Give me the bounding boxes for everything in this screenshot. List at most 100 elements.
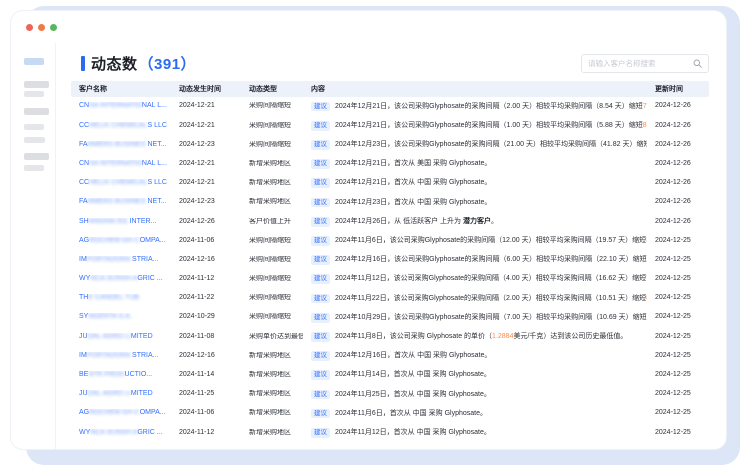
sidebar-item-6[interactable] — [24, 137, 45, 143]
table-row: CCHELIX CHEMICALS LLC2024-12-21新增采购地区建议2… — [71, 174, 709, 193]
sidebar-item-7[interactable] — [24, 153, 49, 160]
table-row: CNXA INTERNATIONAL L...2024-12-21新增采购地区建… — [71, 155, 709, 174]
customer-name-link[interactable]: THE CANDEL TUB — [71, 294, 171, 302]
content-segment: 2024年12月21日，该公司采购Glyphosate的采购间隔（1.00 天）… — [335, 122, 643, 129]
content-cell: 建议2024年11月25日，首次从 中国 采购 Glyphosate。 — [303, 390, 647, 400]
sidebar-item-8[interactable] — [24, 165, 44, 171]
update-time-cell: 2024-12-25 — [647, 333, 709, 341]
customer-name-link[interactable]: AGROCHEM GH COMPA... — [71, 409, 171, 417]
occur-time-cell: 2024-12-21 — [171, 160, 241, 168]
update-time-cell: 2024-12-25 — [647, 237, 709, 245]
suggestion-badge: 建议 — [311, 351, 330, 361]
customer-name-post: STRIA... — [132, 256, 158, 263]
customer-name-pre: AG — [79, 409, 89, 416]
customer-name-post: GRIC ... — [137, 275, 162, 282]
update-time-cell: 2024-12-25 — [647, 294, 709, 302]
content-segment: 2024年11月8日，该公司采购 Glyphosate 的单价（ — [335, 333, 492, 340]
sidebar-item-5[interactable] — [24, 124, 44, 130]
customer-name-link[interactable]: IMPORTADORA STRIA... — [71, 256, 171, 264]
customer-name-link[interactable]: IMPORTADORA STRIA... — [71, 352, 171, 360]
customer-name-pre: CC — [79, 122, 89, 129]
content-cell: 建议2024年12月23日，该公司采购Glyphosate的采购间隔（21.00… — [303, 140, 647, 150]
customer-name-link[interactable]: CNXA INTERNATIONAL L... — [71, 160, 171, 168]
type-cell: 采购间隔缩短 — [241, 237, 303, 245]
content-segment: 2024年11月22日，该公司采购Glyphosate的采购间隔（2.00 天）… — [335, 295, 646, 302]
type-cell: 采购间隔缩短 — [241, 141, 303, 149]
type-cell: 采购间隔缩短 — [241, 294, 303, 302]
customer-name-post: STRIA... — [132, 352, 158, 359]
customer-name-link[interactable]: WYNCA SUNSH AGRIC ... — [71, 429, 171, 437]
content-segment: 2024年12月16日，首次从 中国 采购 Glyphosate。 — [335, 352, 491, 359]
suggestion-badge: 建议 — [311, 390, 330, 400]
page-title-text: 动态数 — [91, 56, 138, 73]
content-cell: 建议2024年12月23日，首次从 中国 采购 Glyphosate。 — [303, 198, 647, 208]
customer-name-post: NAL L... — [142, 102, 167, 109]
type-cell: 新增采购地区 — [241, 371, 303, 379]
customer-name-post: NET... — [146, 198, 167, 205]
sidebar — [11, 43, 56, 449]
update-time-cell: 2024-12-25 — [647, 275, 709, 283]
type-cell: 采购间隔缩短 — [241, 102, 303, 110]
sidebar-item-2[interactable] — [24, 81, 49, 88]
customer-name-link[interactable]: CCHELIX CHEMICALS LLC — [71, 122, 171, 130]
table-row: FARMERS BUSINES NET...2024-12-23新增采购地区建议… — [71, 193, 709, 212]
column-header-update-time: 更新时间 — [647, 84, 709, 94]
customer-name-blur: RMERS BUSINES — [88, 141, 146, 148]
occur-time-cell: 2024-11-06 — [171, 409, 241, 417]
customer-name-link[interactable]: FARMERS BUSINES NET... — [71, 198, 171, 206]
customer-name-link[interactable]: JUDAL AGRO LIMITED — [71, 390, 171, 398]
suggestion-badge: 建议 — [311, 313, 330, 323]
customer-name-pre: WY — [79, 275, 90, 282]
window-zoom-button[interactable] — [50, 24, 57, 31]
customer-name-link[interactable]: JUDAL AGRO LIMITED — [71, 333, 171, 341]
main-panel: 动态数（391） 客户名称 动态发生时间 动态类型 内容 更新时间 — [56, 43, 726, 449]
customer-name-link[interactable]: BESTR PRODUCTIO... — [71, 371, 171, 379]
content-cell: 建议2024年11月8日，该公司采购 Glyphosate 的单价（1.2884… — [303, 332, 647, 342]
content-segment: 2024年11月6日，首次从 中国 采购 Glyphosate。 — [335, 410, 487, 417]
table-row: CNXA INTERNATIONAL L...2024-12-21采购间隔缩短建… — [71, 97, 709, 116]
customer-name-post: NET... — [146, 141, 167, 148]
type-cell: 采购间隔缩短 — [241, 122, 303, 130]
customer-name-blur: HELIX CHEMICAL — [89, 179, 147, 186]
table-row: IMPORTADORA STRIA...2024-12-16采购间隔缩短建议20… — [71, 251, 709, 270]
update-time-cell: 2024-12-25 — [647, 371, 709, 379]
table-row: SYNGENTA S.A.2024-10-29采购间隔缩短建议2024年10月2… — [71, 308, 709, 327]
customer-name-pre: CC — [79, 179, 89, 186]
occur-time-cell: 2024-11-25 — [171, 390, 241, 398]
sidebar-item-4[interactable] — [24, 108, 49, 115]
content-cell: 建议2024年11月12日，首次从 中国 采购 Glyphosate。 — [303, 428, 647, 438]
occur-time-cell: 2024-12-16 — [171, 256, 241, 264]
content-cell: 建议2024年10月29日，该公司采购Glyphosate的采购间隔（7.00 … — [303, 313, 647, 323]
table-row: FARMERS BUSINES NET...2024-12-23采购间隔缩短建议… — [71, 135, 709, 154]
customer-name-link[interactable]: WYNCA SUNSH AGRIC ... — [71, 275, 171, 283]
page-title-wrap: 动态数（391） — [71, 53, 196, 74]
customer-name-post: S LLC — [147, 122, 166, 129]
window-close-button[interactable] — [26, 24, 33, 31]
occur-time-cell: 2024-12-26 — [171, 218, 241, 226]
sidebar-item-1[interactable] — [24, 58, 44, 65]
search-input[interactable] — [588, 59, 689, 68]
occur-time-cell: 2024-11-22 — [171, 294, 241, 302]
customer-name-post: OMPA... — [140, 237, 166, 244]
table-row: BESTR PRODUCTIO...2024-11-14新增采购地区建议2024… — [71, 366, 709, 385]
customer-name-link[interactable]: AGROCHEM GH COMPA... — [71, 237, 171, 245]
table-row: IMPORTADORA STRIA...2024-12-16新增采购地区建议20… — [71, 346, 709, 365]
content-segment: 2024年12月23日，该公司采购Glyphosate的采购间隔（21.00 天… — [335, 141, 647, 148]
customer-name-post: INTER... — [130, 218, 157, 225]
sidebar-item-3[interactable] — [24, 91, 44, 97]
customer-name-link[interactable]: FARMERS BUSINES NET... — [71, 141, 171, 149]
suggestion-badge: 建议 — [311, 332, 330, 342]
occur-time-cell: 2024-11-08 — [171, 333, 241, 341]
window-titlebar — [11, 11, 726, 43]
customer-name-blur: ANGHAI EG — [89, 218, 130, 225]
content-cell: 建议2024年11月6日，该公司采购Glyphosate的采购间隔（12.00 … — [303, 236, 647, 246]
customer-name-link[interactable]: SHANGHAI EG INTER... — [71, 218, 171, 226]
window-minimize-button[interactable] — [38, 24, 45, 31]
customer-name-link[interactable]: CNXA INTERNATIONAL L... — [71, 102, 171, 110]
customer-name-link[interactable]: SYNGENTA S.A. — [71, 313, 171, 321]
customer-name-post: NAL L... — [142, 160, 167, 167]
customer-name-link[interactable]: CCHELIX CHEMICALS LLC — [71, 179, 171, 187]
customer-name-blur: STR PROD — [88, 371, 124, 378]
content-segment: 美元/千克）达到该公司历史最低值。 — [513, 333, 627, 340]
content-segment: 2024年11月6日，该公司采购Glyphosate的采购间隔（12.00 天）… — [335, 237, 646, 244]
